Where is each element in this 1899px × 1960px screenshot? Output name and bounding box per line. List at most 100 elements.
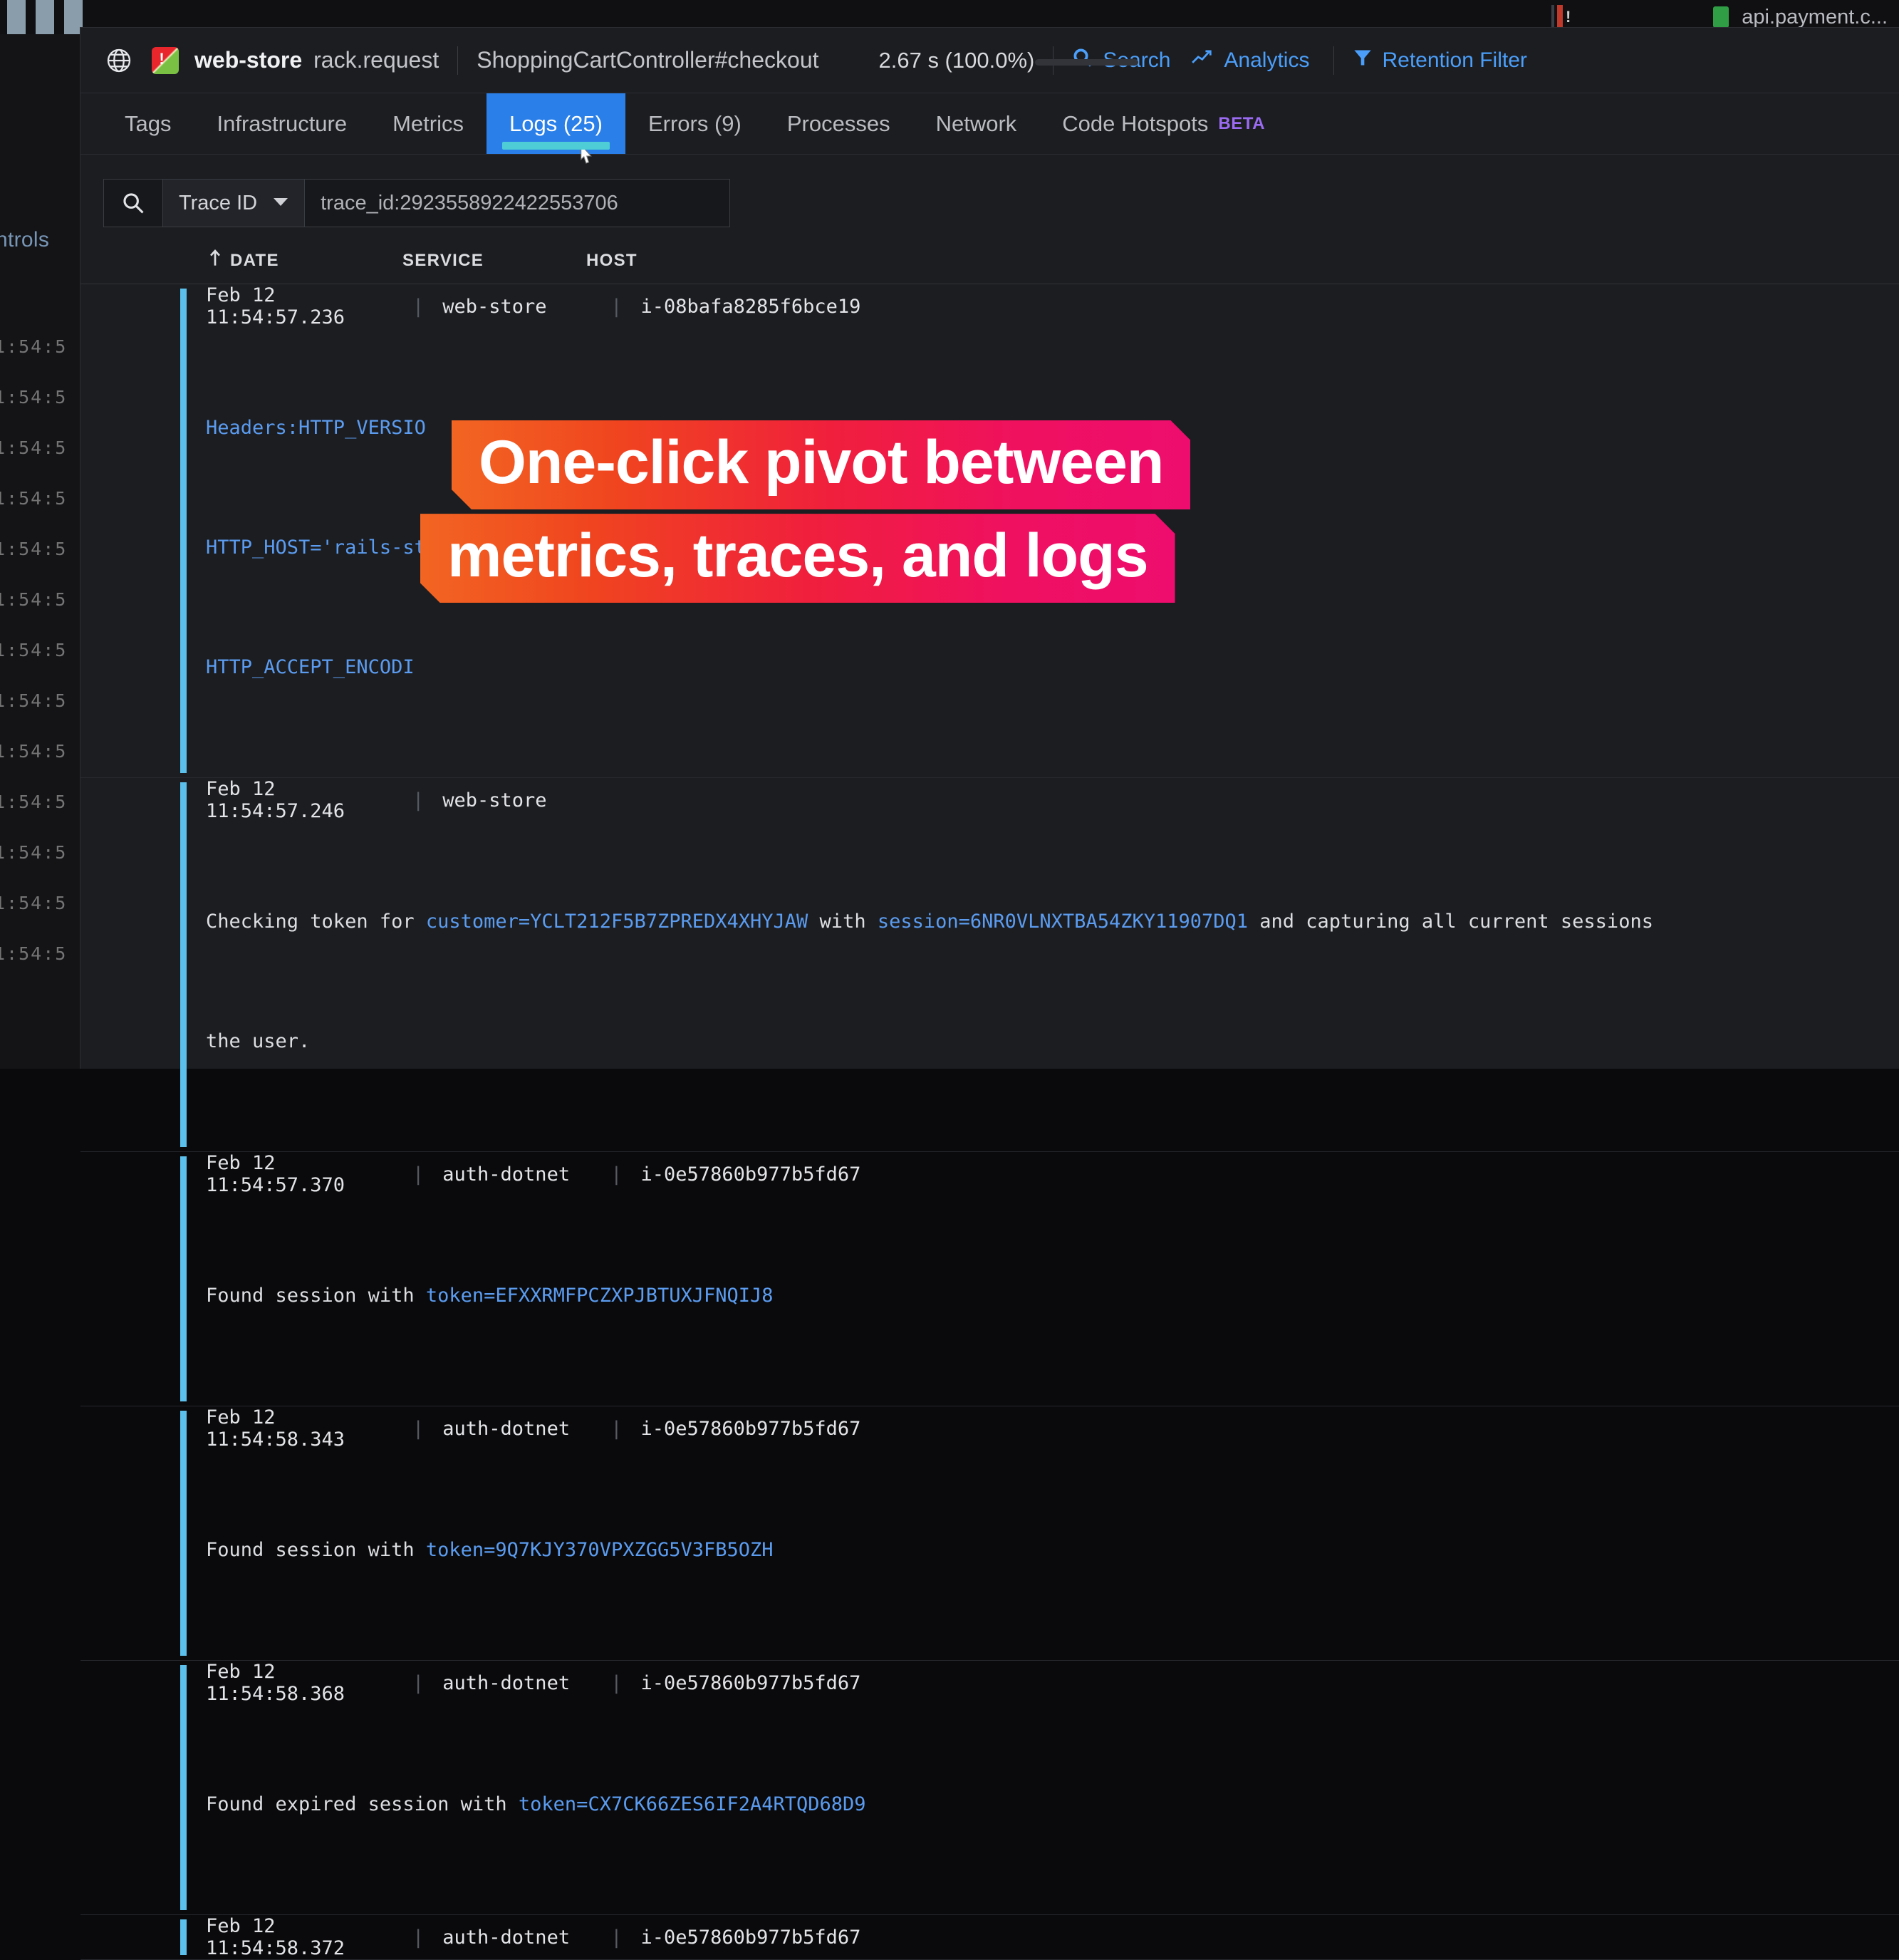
analytics-icon [1192, 48, 1214, 73]
sort-ascending-arrow-icon [209, 249, 222, 271]
log-date: Feb 12 11:54:57.246 [206, 778, 412, 822]
log-row-body: Found expired session with token=CX7CK66… [206, 1705, 1899, 1914]
divider: | [412, 789, 424, 812]
log-row-meta: Feb 12 11:54:57.370 | auth-dotnet | i-0e… [206, 1152, 1899, 1196]
tab-label: Network [936, 111, 1017, 137]
divider: | [610, 1163, 622, 1186]
spacer [838, 46, 860, 75]
log-attribute[interactable]: token=9Q7KJY370VPXZGG5V3FB5OZH [426, 1539, 774, 1561]
tab-infrastructure[interactable]: Infrastructure [194, 93, 370, 154]
table-row[interactable]: Feb 12 11:54:58.343 | auth-dotnet | i-0e… [80, 1406, 1899, 1661]
background-timestamp: 1:54:5 [0, 537, 80, 588]
tab-label: Code Hotspots [1062, 111, 1208, 137]
log-host: i-0e57860b977b5fd67 [641, 1672, 861, 1694]
tick-mark [1551, 5, 1554, 29]
log-host: i-0e57860b977b5fd67 [641, 1418, 861, 1440]
trace-duration: 2.67 s (100.0%) [879, 48, 1035, 73]
log-search-bar[interactable]: Trace ID trace_id:2923558922422553706 [103, 179, 730, 227]
log-row-body: Headers:HTTP_VERSIO HTTP_HOST='rails-sto… [206, 328, 1899, 777]
column-header-service[interactable]: SERVICE [402, 251, 586, 271]
tab-label: Tags [125, 111, 171, 137]
log-attribute[interactable]: token=CX7CK66ZES6IF2A4RTQD68D9 [519, 1793, 866, 1815]
tab-label: Processes [787, 111, 890, 137]
filter-icon [1353, 48, 1373, 73]
log-date: Feb 12 11:54:58.368 [206, 1661, 412, 1705]
tab-metrics[interactable]: Metrics [370, 93, 487, 154]
log-row-meta: Feb 12 11:54:58.372 | auth-dotnet | i-0e… [206, 1915, 1899, 1959]
log-search-area: Trace ID trace_id:2923558922422553706 [80, 155, 1899, 237]
trace-operation-name: rack.request [313, 47, 439, 73]
datadog-service-logo-icon: ! [152, 47, 179, 74]
table-row[interactable]: Feb 12 11:54:57.246 | web-store Checking… [80, 778, 1899, 1152]
panel-drag-handle[interactable] [1035, 59, 1138, 66]
tab-network[interactable]: Network [913, 93, 1040, 154]
background-timestamp: 1:54:5 [0, 385, 80, 436]
header-action-analytics[interactable]: Analytics [1192, 48, 1309, 73]
search-facet-label: Trace ID [179, 192, 257, 215]
log-service: web-store [442, 296, 610, 318]
background-host-label: api.payment.c... [1742, 6, 1888, 29]
divider [1333, 46, 1334, 75]
divider: | [610, 296, 622, 318]
search-facet-selector[interactable]: Trace ID [162, 180, 305, 227]
alert-glyph: ! [1566, 8, 1571, 26]
background-timestamp: 1:54:5 [0, 335, 80, 385]
log-row-body: Found session with token=9Q7KJY370VPXZGG… [206, 1451, 1899, 1660]
divider: | [412, 1163, 424, 1186]
divider: | [412, 1927, 424, 1949]
log-service: auth-dotnet [442, 1672, 610, 1694]
background-timestamp: 1:54:5 [0, 487, 80, 537]
background-timestamp: 1:54:5 [0, 689, 80, 740]
tab-tags[interactable]: Tags [102, 93, 194, 154]
log-date: Feb 12 11:54:57.236 [206, 284, 412, 328]
log-date: Feb 12 11:54:57.370 [206, 1152, 412, 1196]
log-row-meta: Feb 12 11:54:58.368 | auth-dotnet | i-0e… [206, 1661, 1899, 1705]
divider: | [412, 1672, 424, 1694]
log-table-header: DATE SERVICE HOST [80, 237, 1899, 284]
background-timestamp: 1:54:5 [0, 588, 80, 638]
log-service: auth-dotnet [442, 1927, 610, 1949]
trace-detail-panel: ! web-store rack.request ShoppingCartCon… [80, 27, 1899, 1069]
column-header-host[interactable]: HOST [586, 251, 638, 271]
log-text: the user. [206, 1030, 310, 1052]
tab-label: Infrastructure [217, 111, 347, 137]
log-text: Found session with [206, 1539, 426, 1561]
table-row[interactable]: Feb 12 11:54:58.368 | auth-dotnet | i-0e… [80, 1661, 1899, 1915]
table-row[interactable]: Feb 12 11:54:57.236 | web-store | i-08ba… [80, 284, 1899, 778]
log-attribute: HTTP_HOST='rails-sto [206, 536, 437, 559]
header-action-retention-filter[interactable]: Retention Filter [1353, 48, 1526, 73]
log-row-meta: Feb 12 11:54:58.343 | auth-dotnet | i-0e… [206, 1406, 1899, 1451]
background-bar [7, 0, 26, 34]
log-service: auth-dotnet [442, 1163, 610, 1186]
mouse-cursor-pointer-icon [578, 144, 598, 168]
log-text: Found session with [206, 1285, 426, 1307]
log-row-body: Found session with token=EFXXRMFPCZXPJBT… [206, 1196, 1899, 1406]
trace-tabs: Tags Infrastructure Metrics Logs (25) Er… [80, 93, 1899, 155]
tab-errors[interactable]: Errors (9) [625, 93, 764, 154]
divider: | [610, 1418, 622, 1440]
error-tick-mark [1557, 5, 1563, 29]
log-host: i-0e57860b977b5fd67 [641, 1927, 861, 1949]
tab-logs[interactable]: Logs (25) [487, 93, 625, 154]
log-host: i-0e57860b977b5fd67 [641, 1163, 861, 1186]
log-attribute[interactable]: token=EFXXRMFPCZXPJBTUXJFNQIJ8 [426, 1285, 774, 1307]
background-timestamp: 1:54:5 [0, 891, 80, 942]
log-date: Feb 12 11:54:58.372 [206, 1915, 412, 1959]
column-header-date[interactable]: DATE [209, 249, 402, 271]
background-timestamp: 1:54:5 [0, 740, 80, 790]
tab-code-hotspots[interactable]: Code Hotspots BETA [1039, 93, 1288, 154]
divider [457, 46, 458, 75]
log-service: web-store [442, 789, 610, 812]
divider: | [610, 1672, 622, 1694]
tab-label: Logs (25) [509, 111, 603, 137]
background-timestamp: 1:54:5 [0, 942, 80, 992]
log-text: Found expired session with [206, 1793, 519, 1815]
log-attribute[interactable]: session=6NR0VLNXTBA54ZKY11907DQ1 [878, 911, 1248, 933]
log-attribute: Headers:HTTP_VERSIO [206, 417, 426, 439]
log-attribute[interactable]: customer=YCLT212F5B7ZPREDX4XHYJAW [426, 911, 808, 933]
search-query-text[interactable]: trace_id:2923558922422553706 [305, 192, 618, 215]
table-row[interactable]: Feb 12 11:54:57.370 | auth-dotnet | i-0e… [80, 1152, 1899, 1406]
table-row[interactable]: Feb 12 11:54:58.372 | auth-dotnet | i-0e… [80, 1915, 1899, 1960]
log-text: and capturing all current sessions [1248, 911, 1653, 933]
tab-processes[interactable]: Processes [764, 93, 913, 154]
